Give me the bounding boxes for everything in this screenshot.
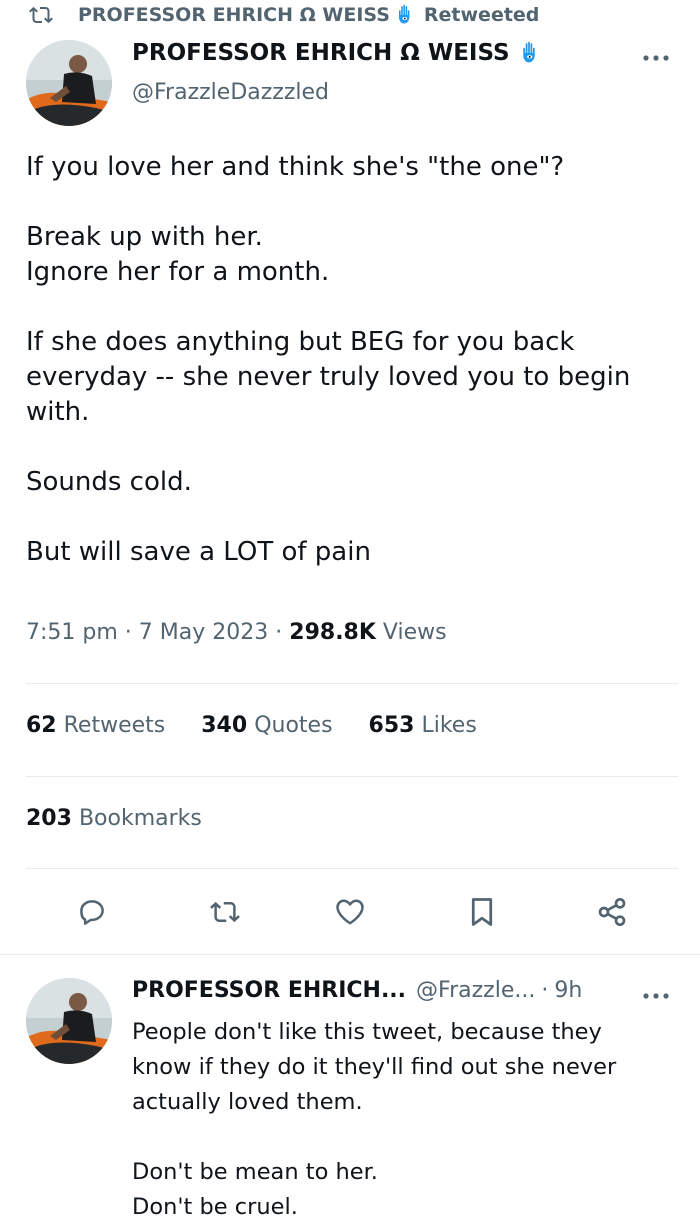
reply-paragraph: People don't like this tweet, because th… xyxy=(132,1019,617,1115)
reply-icon xyxy=(80,900,104,925)
share-button[interactable] xyxy=(592,894,632,930)
retweets-label: Retweets xyxy=(63,713,166,738)
reply-avatar[interactable] xyxy=(26,978,112,1064)
reply-header: PROFESSOR EHRICH... @Frazzle... · 9h xyxy=(132,978,582,1003)
retweeter-name[interactable]: PROFESSOR EHRICH Ω WEISS xyxy=(78,4,390,26)
more-icon xyxy=(643,993,669,999)
retweet-context[interactable]: PROFESSOR EHRICH Ω WEISS Retweeted xyxy=(29,0,540,30)
tweet-meta: 7:51 pm · 7 May 2023 · 298.8K Views xyxy=(26,620,447,645)
like-button[interactable] xyxy=(330,894,370,930)
tweet-date[interactable]: 7 May 2023 xyxy=(139,620,268,645)
bookmark-button[interactable] xyxy=(462,894,502,930)
tweet-paragraph: Sounds cold. xyxy=(26,467,192,497)
avatar-image xyxy=(26,40,112,126)
tweet-paragraph: But will save a LOT of pain xyxy=(26,537,371,567)
quotes-count: 340 xyxy=(201,713,248,738)
divider xyxy=(26,868,678,869)
bookmarks-label: Bookmarks xyxy=(78,806,202,831)
retweets-count: 62 xyxy=(26,713,57,738)
tweet-time[interactable]: 7:51 pm xyxy=(26,620,118,645)
retweet-button[interactable] xyxy=(205,894,245,930)
author-name-text[interactable]: PROFESSOR EHRICH Ω WEISS xyxy=(132,40,510,66)
share-icon xyxy=(598,898,626,926)
separator: · xyxy=(124,620,132,645)
hamsa-icon xyxy=(522,41,535,63)
tweet-text: If you love her and think she's "the one… xyxy=(26,150,676,570)
views-label[interactable]: Views xyxy=(383,620,447,645)
tweet-stats: 62 Retweets 340 Quotes 653 Likes xyxy=(26,713,513,738)
tweet-paragraph: Break up with her. Ignore her for a mont… xyxy=(26,222,330,287)
author-name[interactable]: PROFESSOR EHRICH Ω WEISS xyxy=(132,40,542,66)
reply-more-options-button[interactable] xyxy=(638,986,674,1006)
author-handle[interactable]: @FrazzleDazzzled xyxy=(132,80,329,105)
avatar[interactable] xyxy=(26,40,112,126)
section-divider xyxy=(0,954,700,955)
retweet-icon xyxy=(210,901,240,923)
divider xyxy=(26,776,678,777)
reply-author-name[interactable]: PROFESSOR EHRICH... xyxy=(132,978,406,1003)
more-options-button[interactable] xyxy=(638,48,674,68)
avatar-image xyxy=(26,978,112,1064)
retweet-status: Retweeted xyxy=(423,4,540,26)
like-icon xyxy=(336,899,364,925)
more-icon xyxy=(643,55,669,61)
separator: · xyxy=(541,978,549,1003)
reply-text: People don't like this tweet, because th… xyxy=(132,1015,652,1225)
reply-time[interactable]: 9h xyxy=(554,978,582,1003)
retweet-icon xyxy=(29,6,53,24)
bookmarks-stat[interactable]: 203 Bookmarks xyxy=(26,806,202,831)
tweet-paragraph: If she does anything but BEG for you bac… xyxy=(26,327,631,427)
hamsa-icon xyxy=(398,4,410,24)
quotes-stat[interactable]: 340 Quotes xyxy=(201,713,332,738)
likes-count: 653 xyxy=(368,713,415,738)
reply-author-handle[interactable]: @Frazzle... xyxy=(416,978,535,1003)
retweets-stat[interactable]: 62 Retweets xyxy=(26,713,165,738)
tweet-paragraph: If you love her and think she's "the one… xyxy=(26,152,565,182)
action-bar xyxy=(0,888,700,934)
likes-label: Likes xyxy=(421,713,477,738)
likes-stat[interactable]: 653 Likes xyxy=(369,713,477,738)
views-count[interactable]: 298.8K xyxy=(289,620,376,645)
bookmarks-count: 203 xyxy=(26,806,72,831)
reply-paragraph: Don't be mean to her. Don't be cruel. xyxy=(132,1159,378,1220)
divider xyxy=(26,683,678,684)
bookmark-icon xyxy=(471,898,493,926)
separator: · xyxy=(275,620,283,645)
reply-button[interactable] xyxy=(72,894,112,930)
quotes-label: Quotes xyxy=(254,713,333,738)
